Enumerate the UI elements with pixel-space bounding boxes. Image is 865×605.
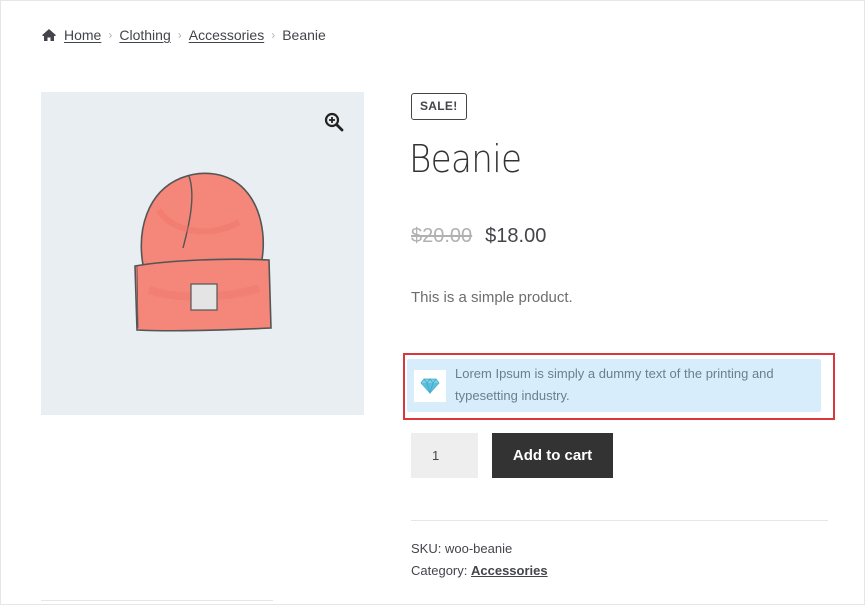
info-notice: Lorem Ipsum is simply a dummy text of th… <box>407 359 821 412</box>
price-sale: $18.00 <box>485 225 547 247</box>
divider <box>411 520 828 521</box>
breadcrumb-home-link[interactable]: Home <box>64 27 101 43</box>
breadcrumb-current: Beanie <box>282 27 326 43</box>
breadcrumb-clothing-link[interactable]: Clothing <box>119 27 170 43</box>
tabs-divider <box>41 600 273 601</box>
chevron-right-icon: › <box>108 28 113 42</box>
home-icon[interactable] <box>41 28 57 42</box>
add-to-cart-button[interactable]: Add to cart <box>492 433 613 478</box>
category-link[interactable]: Accessories <box>471 563 548 578</box>
beanie-product-image <box>134 172 272 332</box>
sale-badge: SALE! <box>411 93 467 120</box>
quantity-input[interactable] <box>411 433 478 478</box>
notice-text: Lorem Ipsum is simply a dummy text of th… <box>455 366 774 403</box>
sku-value: woo-beanie <box>444 541 513 556</box>
price-original: $20.00 <box>411 225 473 247</box>
breadcrumb-accessories-link[interactable]: Accessories <box>189 27 264 43</box>
product-short-description: This is a simple product. <box>411 289 573 306</box>
sku-label: SKU: <box>411 541 442 556</box>
highlight-frame: Lorem Ipsum is simply a dummy text of th… <box>403 353 835 420</box>
category-label: Category: <box>411 563 468 578</box>
sku-row: SKU: woo-beanie <box>411 538 548 560</box>
magnifier-plus-icon[interactable] <box>324 112 344 132</box>
chevron-right-icon: › <box>271 28 276 42</box>
product-price: $20.00 $18.00 <box>411 225 546 248</box>
notice-icon-box <box>414 370 446 402</box>
product-gallery[interactable] <box>41 92 364 415</box>
chevron-right-icon: › <box>177 28 182 42</box>
product-meta: SKU: woo-beanie Category: Accessories <box>411 538 548 582</box>
breadcrumb: Home › Clothing › Accessories › Beanie <box>41 26 326 44</box>
diamond-icon <box>420 378 440 394</box>
category-row: Category: Accessories <box>411 560 548 582</box>
product-title: Beanie <box>409 137 522 181</box>
